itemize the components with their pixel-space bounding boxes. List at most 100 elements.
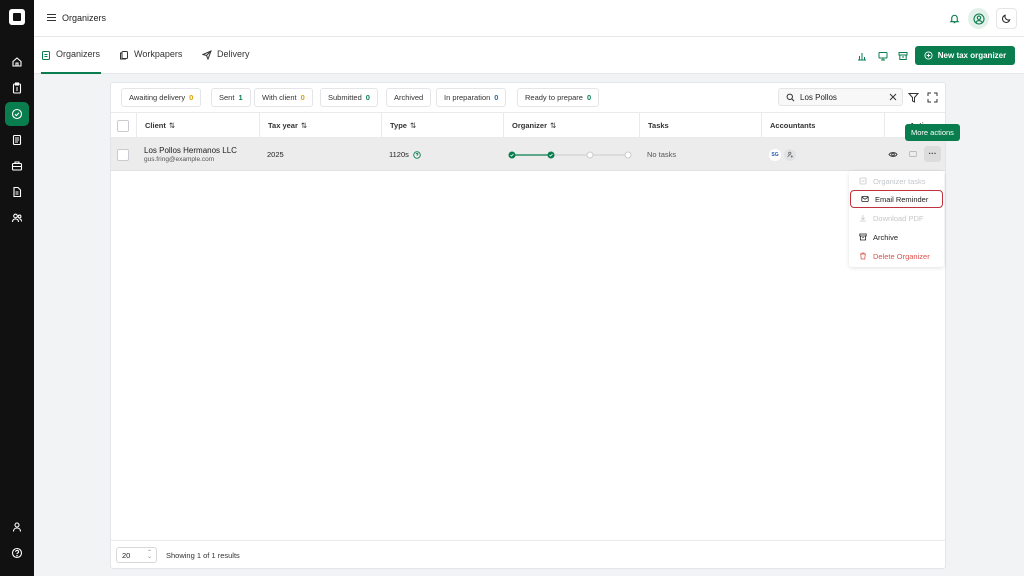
menu-item-archive[interactable]: Archive xyxy=(849,228,944,246)
column-accountants: Accountants xyxy=(761,113,884,138)
client-cell[interactable]: Los Pollos Hermanos LLC gus.fring@exampl… xyxy=(136,138,237,171)
step-pending-icon xyxy=(586,151,594,159)
column-label: Tax year xyxy=(268,121,298,130)
help-circle-icon[interactable] xyxy=(413,150,421,159)
column-client[interactable]: Client ⇅ xyxy=(136,113,259,138)
menu-item-label: Delete Organizer xyxy=(873,251,930,261)
menu-item-delete-organizer[interactable]: Delete Organizer xyxy=(849,247,944,265)
filter-awaiting-delivery[interactable]: Awaiting delivery 0 xyxy=(121,88,202,107)
filter-in-preparation[interactable]: In preparation 0 xyxy=(436,88,507,107)
tab-workpapers[interactable]: Workpapers xyxy=(119,49,182,74)
trash-icon xyxy=(860,252,866,260)
more-actions-button[interactable]: ··· xyxy=(924,146,941,162)
home-icon[interactable] xyxy=(5,50,29,74)
filter-icon[interactable] xyxy=(908,92,919,103)
tab-bar: Organizers Workpapers Delivery New tax o… xyxy=(34,37,1024,74)
clipboard-icon[interactable] xyxy=(5,76,29,100)
menu-item-email-reminder[interactable]: Email Reminder xyxy=(850,190,943,208)
filter-count: 0 xyxy=(586,93,592,102)
app-logo[interactable] xyxy=(9,9,25,25)
page-size-select[interactable]: 20 ⌃ ⌄ xyxy=(116,547,157,563)
tab-delivery[interactable]: Delivery xyxy=(202,49,250,74)
search-icon xyxy=(786,93,795,101)
bar-chart-icon[interactable] xyxy=(857,51,867,61)
profile-icon[interactable] xyxy=(5,515,29,539)
view-icon[interactable] xyxy=(888,150,898,159)
filter-ready-to-prepare[interactable]: Ready to prepare 0 xyxy=(517,88,600,107)
filter-label: Sent xyxy=(219,93,235,102)
new-tax-organizer-button[interactable]: New tax organizer xyxy=(915,46,1015,65)
filter-count: 0 xyxy=(365,93,370,102)
tax-year: 2025 xyxy=(267,150,284,159)
filter-count: 1 xyxy=(238,93,243,102)
row-checkbox[interactable] xyxy=(117,148,129,161)
results-count: Showing 1 of 1 results xyxy=(166,551,240,560)
tab-organizers[interactable]: Organizers xyxy=(41,49,101,74)
tasks-value: No tasks xyxy=(647,150,677,159)
page-title: Organizers xyxy=(62,13,107,23)
row-select-cell xyxy=(111,138,129,171)
column-tasks: Tasks xyxy=(639,113,761,138)
dark-mode-icon[interactable] xyxy=(996,8,1017,29)
type-cell: 1120s xyxy=(381,138,421,171)
menu-item-label: Organizer tasks xyxy=(873,176,926,186)
sidebar xyxy=(0,0,34,576)
add-accountant-icon[interactable] xyxy=(784,148,796,161)
sort-icon: ⇅ xyxy=(168,121,176,130)
document-icon[interactable] xyxy=(5,128,29,152)
table-header: Client ⇅ Tax year ⇅ Type ⇅ Organizer ⇅ Tasks… xyxy=(111,112,945,138)
table-footer: 20 ⌃ ⌄ Showing 1 of 1 results xyxy=(111,540,945,568)
clear-icon[interactable] xyxy=(889,93,897,101)
expand-icon[interactable] xyxy=(927,92,938,103)
file-list-icon[interactable] xyxy=(5,180,29,204)
menu-item-label: Email Reminder xyxy=(875,194,929,204)
search-input[interactable]: Los Pollos xyxy=(778,88,903,106)
account-icon[interactable] xyxy=(968,8,989,29)
filter-count: 0 xyxy=(189,93,194,102)
column-type[interactable]: Type ⇅ xyxy=(381,113,503,138)
briefcase-icon[interactable] xyxy=(5,154,29,178)
column-label: Tasks xyxy=(648,121,669,130)
filter-archived[interactable]: Archived xyxy=(386,88,432,107)
sort-icon: ⇅ xyxy=(300,121,308,130)
accountant-avatar[interactable]: SG xyxy=(769,148,781,161)
sort-icon: ⇅ xyxy=(550,121,557,130)
tab-label: Workpapers xyxy=(134,49,183,59)
monitor-icon[interactable] xyxy=(878,51,888,61)
select-all-checkbox[interactable] xyxy=(117,119,129,132)
filter-label: In preparation xyxy=(444,93,491,102)
filter-sent[interactable]: Sent 1 xyxy=(211,88,251,107)
column-organizer[interactable]: Organizer ⇅ xyxy=(503,113,639,138)
step-pending-icon xyxy=(624,151,632,159)
help-icon[interactable] xyxy=(5,541,29,565)
filter-count: 0 xyxy=(494,93,499,102)
bell-icon[interactable] xyxy=(944,8,965,29)
organizers-icon[interactable] xyxy=(5,102,29,126)
menu-item-download-pdf[interactable]: Download PDF xyxy=(849,209,944,227)
new-button-label: New tax organizer xyxy=(937,51,1007,60)
menu-item-label: Download PDF xyxy=(873,213,924,223)
column-label: Client xyxy=(145,121,166,130)
archive-icon[interactable] xyxy=(898,51,908,61)
filter-label: Awaiting delivery xyxy=(129,93,186,102)
menu-item-organizer-tasks[interactable]: Organizer tasks xyxy=(849,172,944,190)
copy-icon xyxy=(120,51,128,60)
filter-with-client[interactable]: With client 0 xyxy=(254,88,313,107)
download-icon xyxy=(860,215,866,222)
tax-year-cell: 2025 xyxy=(259,138,284,171)
client-email: gus.fring@example.com xyxy=(144,156,215,163)
table-row[interactable]: Los Pollos Hermanos LLC gus.fring@exampl… xyxy=(111,138,945,171)
tasks-icon xyxy=(859,177,867,185)
filter-count: 0 xyxy=(300,93,305,102)
tasks-cell: No tasks xyxy=(639,138,676,171)
mail-icon xyxy=(861,196,869,202)
message-icon[interactable] xyxy=(908,150,918,159)
search-value: Los Pollos xyxy=(800,92,837,102)
tab-label: Delivery xyxy=(217,49,250,59)
send-icon xyxy=(202,50,212,60)
column-label: Type xyxy=(390,121,407,130)
users-icon[interactable] xyxy=(5,206,29,230)
column-tax-year[interactable]: Tax year ⇅ xyxy=(259,113,381,138)
filter-submitted[interactable]: Submitted 0 xyxy=(320,88,378,107)
menu-icon[interactable] xyxy=(47,13,56,22)
